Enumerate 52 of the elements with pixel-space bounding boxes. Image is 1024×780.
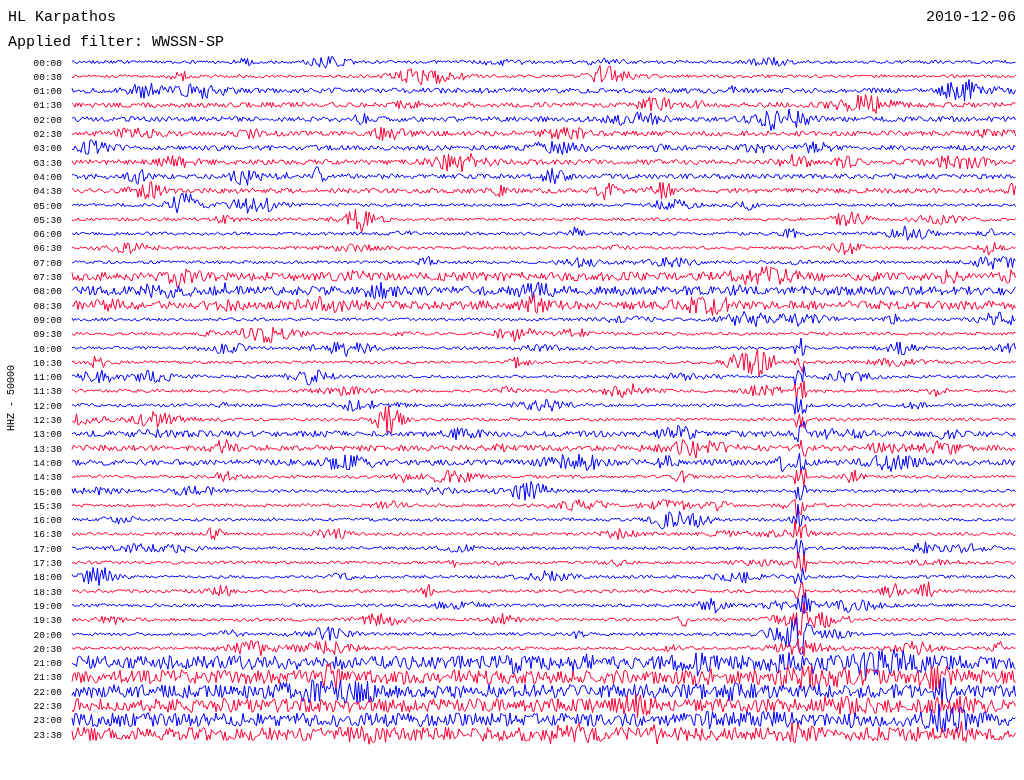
time-label: 00:00 [33, 57, 62, 69]
time-label: 13:30 [33, 443, 62, 455]
time-label: 20:00 [33, 629, 62, 641]
time-label: 10:30 [33, 357, 62, 369]
time-label: 14:30 [33, 472, 62, 484]
time-label: 05:30 [33, 214, 62, 226]
time-label: 05:00 [33, 200, 62, 212]
time-label: 22:00 [33, 686, 62, 698]
time-label: 07:30 [33, 272, 62, 283]
station-title: HL Karpathos [8, 10, 117, 25]
time-label: 09:00 [33, 314, 62, 326]
time-label: 23:00 [33, 715, 62, 727]
time-label: 09:30 [33, 329, 62, 341]
time-label: 03:00 [33, 143, 62, 155]
time-label: 21:00 [33, 658, 62, 670]
time-label: 15:30 [33, 500, 62, 512]
time-label: 04:00 [33, 171, 62, 183]
time-label: 22:30 [33, 701, 62, 712]
time-label: 07:00 [33, 257, 62, 269]
time-label: 08:00 [33, 286, 62, 298]
time-label: 01:00 [33, 86, 62, 98]
time-label: 15:00 [33, 486, 62, 498]
time-label: 03:30 [33, 157, 62, 169]
time-label: 02:30 [33, 129, 62, 140]
time-label: 06:30 [33, 243, 62, 255]
time-label: 19:30 [33, 615, 62, 627]
time-label: 14:00 [33, 457, 62, 469]
time-label: 10:00 [33, 343, 62, 355]
time-label: 11:00 [33, 372, 62, 384]
date-label: 2010-12-06 [926, 10, 1016, 25]
time-label: 23:30 [33, 729, 62, 741]
time-label: 11:30 [33, 386, 62, 398]
time-label: 00:30 [33, 71, 62, 83]
time-label: 04:30 [33, 186, 62, 198]
time-label: 17:00 [33, 543, 62, 555]
time-label: 19:00 [33, 600, 62, 612]
channel-label: HHZ - 50000 [6, 365, 17, 432]
time-label: 18:30 [33, 586, 62, 598]
time-label: 13:00 [33, 429, 62, 441]
time-label: 01:30 [33, 100, 62, 112]
time-label: 20:30 [33, 643, 62, 655]
time-label: 08:30 [33, 300, 62, 312]
time-label: 21:30 [33, 672, 62, 684]
time-label: 06:00 [33, 229, 62, 241]
time-label: 16:30 [33, 529, 62, 541]
time-label: 02:00 [33, 114, 62, 126]
time-label: 17:30 [33, 558, 62, 569]
time-label: 12:00 [33, 400, 62, 412]
time-label: 12:30 [33, 415, 62, 426]
time-label: 16:00 [33, 515, 62, 527]
filter-label: Applied filter: WWSSN-SP [8, 34, 225, 51]
time-label: 18:00 [33, 572, 62, 584]
